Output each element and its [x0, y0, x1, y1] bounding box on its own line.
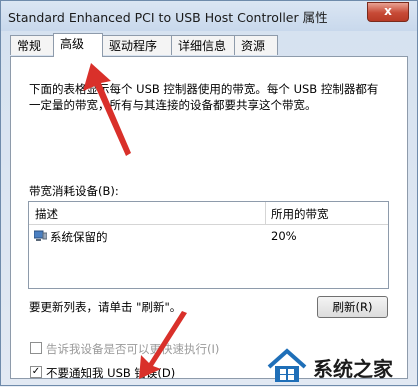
column-header-bandwidth[interactable]: 所用的带宽	[271, 206, 329, 222]
tab-strip: 常规 高级 驱动程序 详细信息 资源	[10, 33, 408, 57]
tab-advanced-label: 高级	[60, 37, 85, 51]
refresh-button[interactable]: 刷新(R)	[317, 296, 388, 318]
bandwidth-device-list[interactable]: 描述 所用的带宽 系统保留的 20%	[28, 201, 389, 289]
checkbox-faster-execution-label[interactable]: 告诉我设备是否可以更快速执行(I)	[46, 341, 219, 357]
column-header-description[interactable]: 描述	[35, 206, 58, 222]
list-row-device[interactable]: 系统保留的	[50, 229, 108, 245]
tab-driver[interactable]: 驱动程序	[102, 35, 172, 55]
checkbox-no-usb-errors[interactable]: ✓	[30, 366, 42, 378]
tab-resources[interactable]: 资源	[234, 35, 278, 55]
device-icon	[34, 230, 47, 241]
window-title: Standard Enhanced PCI to USB Host Contro…	[8, 10, 328, 25]
checkbox-faster-execution[interactable]	[30, 342, 42, 354]
tab-details-label: 详细信息	[178, 39, 227, 53]
tab-details[interactable]: 详细信息	[171, 35, 235, 55]
tab-general-label: 常规	[17, 39, 42, 53]
list-row-bandwidth[interactable]: 20%	[271, 229, 297, 243]
tab-advanced[interactable]: 高级	[53, 33, 103, 57]
properties-window: Standard Enhanced PCI to USB Host Contro…	[0, 0, 418, 386]
column-divider[interactable]	[265, 202, 266, 224]
annotation-arrow-checkbox	[139, 311, 187, 379]
tab-general[interactable]: 常规	[10, 35, 54, 55]
watermark-text: 系统之家	[313, 357, 393, 381]
watermark: 系统之家	[263, 345, 418, 387]
tab-resources-label: 资源	[241, 39, 266, 53]
list-header: 描述 所用的带宽	[29, 202, 388, 225]
title-bar: Standard Enhanced PCI to USB Host Contro…	[1, 1, 417, 31]
bandwidth-label: 带宽消耗设备(B):	[29, 184, 119, 198]
annotation-arrow-tab	[83, 63, 131, 156]
house-logo-icon	[267, 348, 307, 382]
close-button[interactable]: x	[367, 2, 409, 22]
tab-driver-label: 驱动程序	[109, 39, 158, 53]
